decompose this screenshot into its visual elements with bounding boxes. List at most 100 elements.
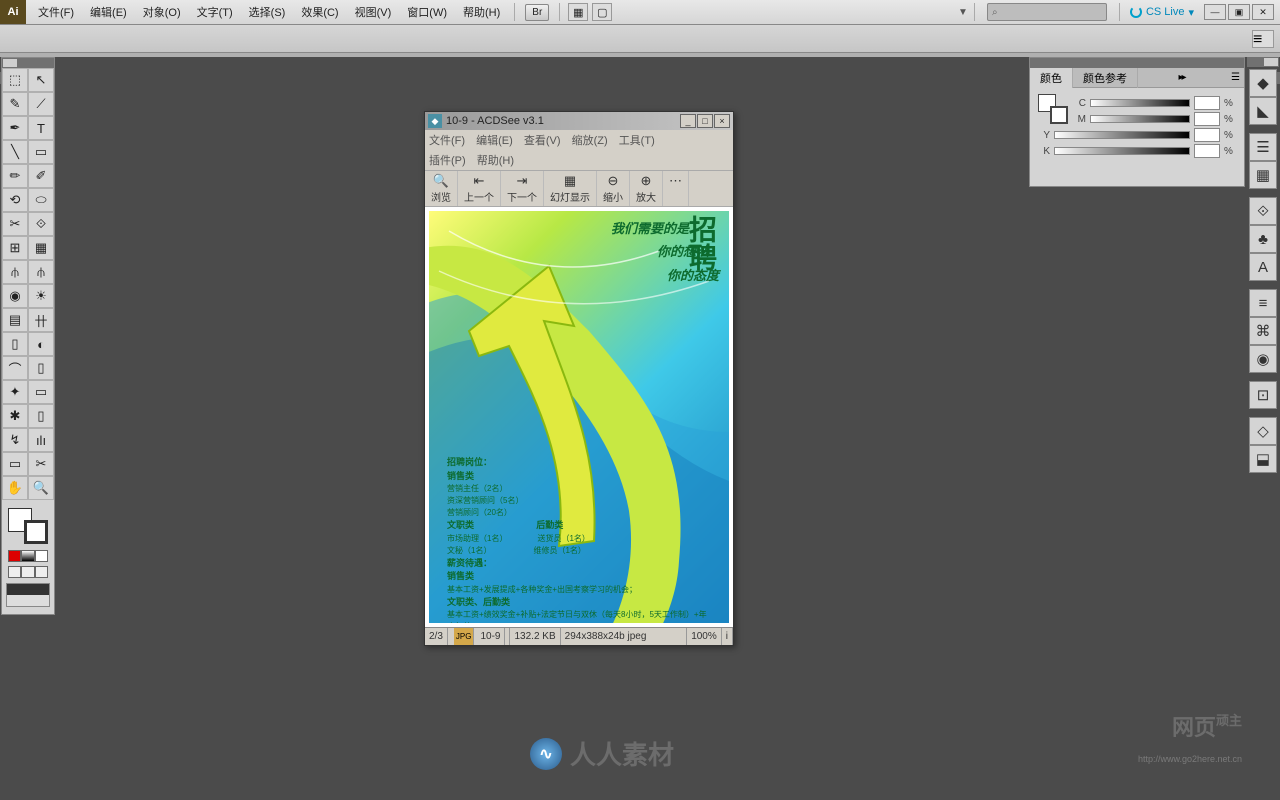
tool-9[interactable]: ✐ [28,164,54,188]
color-panel-header[interactable] [1030,58,1244,68]
panel-icon-7[interactable]: ≡ [1249,289,1277,317]
acd-menu-edit[interactable]: 编辑(E) [476,135,513,147]
status-info-icon[interactable]: i [722,628,733,645]
acd-tb-more[interactable]: ⋯ [663,171,689,206]
menu-window[interactable]: 窗口(W) [399,4,455,20]
tool-32[interactable]: ▭ [2,452,28,476]
channel-slider-C[interactable] [1090,99,1190,107]
panel-icon-12[interactable]: ⬓ [1249,445,1277,473]
tool-2[interactable]: ✎ [2,92,28,116]
panel-icon-1[interactable]: ◣ [1249,97,1277,125]
panel-icon-9[interactable]: ◉ [1249,345,1277,373]
minimize-icon[interactable]: — [1204,4,1226,20]
options-collapse-icon[interactable]: ≡ [1252,30,1274,48]
acd-menu-zoom[interactable]: 缩放(Z) [572,135,608,147]
panel-icon-0[interactable]: ◆ [1249,69,1277,97]
none-mode-icon[interactable] [35,550,48,562]
acd-tb-5[interactable]: ⊕放大 [630,171,663,206]
acd-tb-2[interactable]: ⇥下一个 [501,171,544,206]
panel-icon-5[interactable]: ♣ [1249,225,1277,253]
tool-18[interactable]: ◉ [2,284,28,308]
draw-inside-icon[interactable] [35,566,48,578]
tool-13[interactable]: ⟐ [28,212,54,236]
tool-22[interactable]: ▯ [2,332,28,356]
tool-20[interactable]: ▤ [2,308,28,332]
tool-19[interactable]: ☀ [28,284,54,308]
screen-mode-icon[interactable]: ▢ [592,3,612,21]
close-icon[interactable]: ✕ [1252,4,1274,20]
acdsee-maximize-icon[interactable]: □ [697,114,713,128]
panel-menu-icon[interactable]: ☰ [1225,72,1244,83]
tool-28[interactable]: ✱ [2,404,28,428]
tool-27[interactable]: ▭ [28,380,54,404]
tool-31[interactable]: ılı [28,428,54,452]
color-mode-icon[interactable] [8,550,21,562]
panel-icon-10[interactable]: ⊡ [1249,381,1277,409]
tool-1[interactable]: ↖ [28,68,54,92]
tool-10[interactable]: ⟲ [2,188,28,212]
channel-value-K[interactable] [1194,144,1220,158]
maximize-icon[interactable]: ▣ [1228,4,1250,20]
tool-6[interactable]: ╲ [2,140,28,164]
fill-stroke-swatch[interactable] [6,506,50,546]
tool-29[interactable]: ▯ [28,404,54,428]
menu-type[interactable]: 文字(T) [189,4,241,20]
gradient-mode-icon[interactable] [21,550,34,562]
panel-icon-4[interactable]: ⟐ [1249,197,1277,225]
acd-tb-3[interactable]: ▦幻灯显示 [544,171,597,206]
tool-24[interactable]: ⌒ [2,356,28,380]
acd-menu-tools[interactable]: 工具(T) [619,135,655,147]
tab-color[interactable]: 颜色 [1030,68,1073,88]
cslive-button[interactable]: CS Live ▾ [1130,6,1194,19]
acdsee-image[interactable]: 招聘 我们需要的是 你的想法 你的态度 招聘岗位： 销售类 营销主任（2名） 资… [425,207,733,627]
tool-15[interactable]: ▦ [28,236,54,260]
tool-8[interactable]: ✏ [2,164,28,188]
stroke-swatch[interactable] [24,520,48,544]
acd-tb-0[interactable]: 🔍浏览 [425,171,458,206]
panel-fill-stroke[interactable] [1038,94,1068,124]
tool-34[interactable]: ✋ [2,476,28,500]
channel-value-M[interactable] [1194,112,1220,126]
acd-tb-1[interactable]: ⇤上一个 [458,171,501,206]
tool-30[interactable]: ↯ [2,428,28,452]
tools-header[interactable] [2,58,54,68]
tool-16[interactable]: ⫛ [2,260,28,284]
panel-expand-icon[interactable]: ▸▸ [1172,72,1190,83]
panel-icon-8[interactable]: ⌘ [1249,317,1277,345]
menu-view[interactable]: 视图(V) [347,4,400,20]
tool-12[interactable]: ✂ [2,212,28,236]
tool-26[interactable]: ✦ [2,380,28,404]
tool-35[interactable]: 🔍 [28,476,54,500]
tool-0[interactable]: ⬚ [2,68,28,92]
acdsee-titlebar[interactable]: ◆ 10-9 - ACDSee v3.1 _ □ × [425,112,733,130]
tool-14[interactable]: ⊞ [2,236,28,260]
acd-menu-view[interactable]: 查看(V) [524,135,561,147]
acdsee-minimize-icon[interactable]: _ [680,114,696,128]
tool-17[interactable]: ⫛ [28,260,54,284]
tool-7[interactable]: ▭ [28,140,54,164]
tab-color-guide[interactable]: 颜色参考 [1073,68,1138,88]
bridge-button[interactable]: Br [525,4,549,21]
acd-menu-help[interactable]: 帮助(H) [477,155,514,167]
panel-icon-2[interactable]: ☰ [1249,133,1277,161]
panel-icon-6[interactable]: A [1249,253,1277,281]
menu-edit[interactable]: 编辑(E) [82,4,135,20]
acdsee-close-icon[interactable]: × [714,114,730,128]
screen-mode-switch[interactable] [6,583,50,607]
draw-behind-icon[interactable] [21,566,34,578]
menu-effect[interactable]: 效果(C) [293,4,346,20]
channel-slider-K[interactable] [1054,147,1190,155]
channel-value-C[interactable] [1194,96,1220,110]
tool-3[interactable]: ⟋ [28,92,54,116]
acd-tb-4[interactable]: ⊖缩小 [597,171,630,206]
arrange-docs-icon[interactable]: ▦ [568,3,588,21]
tool-25[interactable]: ▯ [28,356,54,380]
menu-file[interactable]: 文件(F) [30,4,82,20]
menu-help[interactable]: 帮助(H) [455,4,508,20]
draw-normal-icon[interactable] [8,566,21,578]
panel-icon-3[interactable]: ▦ [1249,161,1277,189]
channel-slider-M[interactable] [1090,115,1190,123]
menu-select[interactable]: 选择(S) [241,4,294,20]
tool-21[interactable]: 卄 [28,308,54,332]
tool-33[interactable]: ✂ [28,452,54,476]
